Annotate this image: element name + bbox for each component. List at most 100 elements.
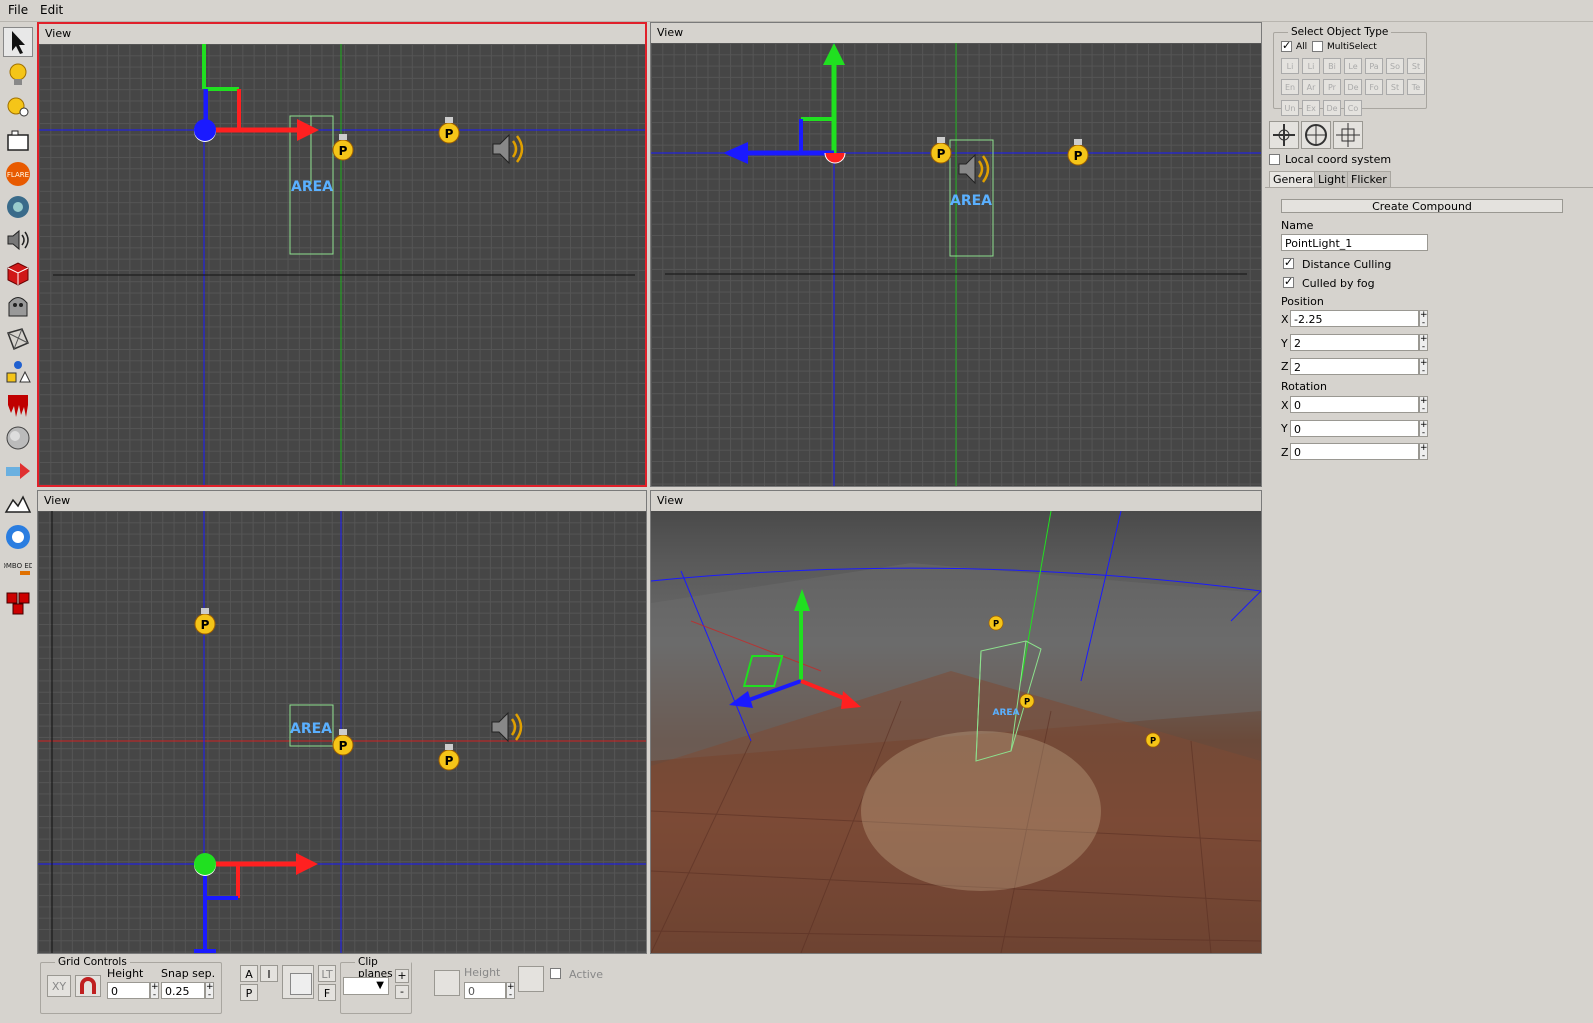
object-type-button[interactable]: Li bbox=[1281, 58, 1299, 74]
position-z-field[interactable]: 2 bbox=[1290, 358, 1419, 375]
i-button[interactable]: I bbox=[260, 965, 278, 982]
object-type-button[interactable]: Le bbox=[1344, 58, 1362, 74]
sound-icon[interactable] bbox=[3, 225, 33, 255]
object-type-button[interactable]: Bi bbox=[1323, 58, 1341, 74]
culled-by-fog-checkbox[interactable] bbox=[1283, 275, 1294, 288]
grid-height-field[interactable]: 0 bbox=[107, 982, 150, 999]
menu-file[interactable]: File bbox=[8, 3, 28, 17]
xy-plane-button[interactable]: XY bbox=[47, 975, 71, 997]
grid-height-stepper[interactable]: + - bbox=[150, 982, 159, 1000]
object-type-button[interactable]: En bbox=[1281, 79, 1299, 95]
tab-flicker[interactable]: Flicker bbox=[1347, 171, 1391, 188]
object-type-button[interactable]: De bbox=[1323, 100, 1341, 116]
rotation-z-stepper[interactable]: + - bbox=[1419, 443, 1428, 461]
svg-text:AREA: AREA bbox=[992, 708, 1019, 718]
snap-sep-stepper[interactable]: + - bbox=[205, 982, 214, 1000]
position-y-stepper[interactable]: + - bbox=[1419, 334, 1428, 352]
flare-icon[interactable]: FLARE bbox=[3, 159, 33, 189]
rotation-z-label: Z bbox=[1281, 446, 1289, 459]
viewport-canvas[interactable]: AREA P P P bbox=[651, 511, 1261, 953]
object-type-button[interactable]: Te bbox=[1407, 79, 1425, 95]
rotation-y-stepper[interactable]: + - bbox=[1419, 420, 1428, 438]
terrain-icon[interactable] bbox=[3, 489, 33, 519]
rotation-x-label: X bbox=[1281, 399, 1289, 412]
position-x-field[interactable]: -2.25 bbox=[1290, 310, 1419, 327]
object-type-button[interactable]: Un bbox=[1281, 100, 1299, 116]
rotation-y-field[interactable]: 0 bbox=[1290, 420, 1419, 437]
clip-plus-button[interactable]: + bbox=[395, 969, 409, 983]
culled-by-fog-label: Culled by fog bbox=[1302, 277, 1375, 290]
viewport-top-left[interactable]: View AREA P P bbox=[37, 22, 647, 487]
particle-icon[interactable] bbox=[3, 192, 33, 222]
tab-general[interactable]: General bbox=[1269, 171, 1321, 188]
object-type-button[interactable]: So bbox=[1386, 58, 1404, 74]
multiselect-label: MultiSelect bbox=[1327, 42, 1377, 52]
point-light-icon[interactable] bbox=[3, 60, 33, 90]
snap-sep-field[interactable]: 0.25 bbox=[161, 982, 205, 999]
viewport-canvas[interactable]: AREA P P bbox=[39, 44, 645, 485]
object-type-button[interactable]: Fo bbox=[1365, 79, 1383, 95]
rotation-label: Rotation bbox=[1281, 380, 1328, 393]
all-checkbox[interactable] bbox=[1281, 39, 1292, 52]
create-compound-button[interactable]: Create Compound bbox=[1281, 199, 1563, 213]
name-field[interactable]: PointLight_1 bbox=[1281, 234, 1428, 251]
object-type-button[interactable]: St bbox=[1407, 58, 1425, 74]
object-type-button[interactable]: Co bbox=[1344, 100, 1362, 116]
tab-light[interactable]: Light bbox=[1314, 171, 1350, 188]
fog-icon[interactable] bbox=[3, 423, 33, 453]
position-y-field[interactable]: 2 bbox=[1290, 334, 1419, 351]
select-arrow-icon[interactable] bbox=[3, 27, 33, 57]
rotation-x-field[interactable]: 0 bbox=[1290, 396, 1419, 413]
object-type-button[interactable]: St bbox=[1386, 79, 1404, 95]
clip-swatch-button[interactable] bbox=[518, 966, 544, 992]
menu-edit[interactable]: Edit bbox=[40, 3, 63, 17]
compound-icon[interactable] bbox=[3, 588, 33, 618]
active-checkbox[interactable] bbox=[550, 968, 561, 979]
p-button[interactable]: P bbox=[240, 984, 258, 1001]
viewport-canvas[interactable]: AREA P P bbox=[651, 43, 1261, 486]
area-icon[interactable] bbox=[3, 324, 33, 354]
primitive-icon[interactable] bbox=[3, 357, 33, 387]
svg-text:AREA: AREA bbox=[290, 721, 332, 737]
position-z-stepper[interactable]: + - bbox=[1419, 358, 1428, 376]
viewport-perspective[interactable]: View AREA P P P bbox=[650, 490, 1262, 954]
billboard-icon[interactable] bbox=[3, 522, 33, 552]
spot-light-icon[interactable] bbox=[3, 93, 33, 123]
position-x-stepper[interactable]: + - bbox=[1419, 310, 1428, 328]
distance-culling-checkbox[interactable] bbox=[1283, 256, 1294, 269]
rotation-z-field[interactable]: 0 bbox=[1290, 443, 1419, 460]
start-pos-icon[interactable] bbox=[3, 456, 33, 486]
object-type-button[interactable]: Pa bbox=[1365, 58, 1383, 74]
rotation-x-stepper[interactable]: + - bbox=[1419, 396, 1428, 414]
static-object-icon[interactable] bbox=[3, 258, 33, 288]
entity-icon[interactable] bbox=[3, 291, 33, 321]
a-button[interactable]: A bbox=[240, 965, 258, 982]
scale-tool-button[interactable] bbox=[1333, 121, 1363, 149]
local-coord-checkbox[interactable] bbox=[1269, 154, 1280, 165]
viewport-title: View bbox=[651, 491, 1261, 511]
clip-minus-button[interactable]: - bbox=[395, 985, 409, 999]
f-button[interactable]: F bbox=[318, 984, 336, 1001]
viewport-bottom-left[interactable]: View AREA P P P bbox=[37, 490, 647, 954]
clip-color-button[interactable] bbox=[434, 970, 460, 996]
object-type-button[interactable]: De bbox=[1344, 79, 1362, 95]
decal-icon[interactable] bbox=[3, 390, 33, 420]
box-light-icon[interactable] bbox=[3, 126, 33, 156]
lt-button[interactable]: LT bbox=[318, 965, 336, 982]
render-mode-button[interactable] bbox=[282, 965, 314, 999]
rotate-tool-button[interactable] bbox=[1301, 121, 1331, 149]
clip-planes-dropdown[interactable]: ▼ bbox=[343, 977, 389, 995]
move-tool-button[interactable] bbox=[1269, 121, 1299, 149]
snap-magnet-button[interactable] bbox=[75, 975, 101, 997]
object-type-button[interactable]: Ex bbox=[1302, 100, 1320, 116]
clip-height-stepper[interactable]: + - bbox=[506, 982, 515, 1000]
viewport-canvas[interactable]: AREA P P P bbox=[38, 511, 646, 953]
combo-edit-icon[interactable]: COMBO EDIT bbox=[3, 555, 33, 585]
multiselect-checkbox[interactable] bbox=[1312, 41, 1323, 52]
object-type-button[interactable]: Ar bbox=[1302, 79, 1320, 95]
object-type-button[interactable]: Li bbox=[1302, 58, 1320, 74]
clip-height-field[interactable]: 0 bbox=[464, 982, 506, 999]
viewport-top-right[interactable]: View AREA P P bbox=[650, 22, 1262, 487]
tab-divider bbox=[1265, 187, 1593, 188]
object-type-button[interactable]: Pr bbox=[1323, 79, 1341, 95]
